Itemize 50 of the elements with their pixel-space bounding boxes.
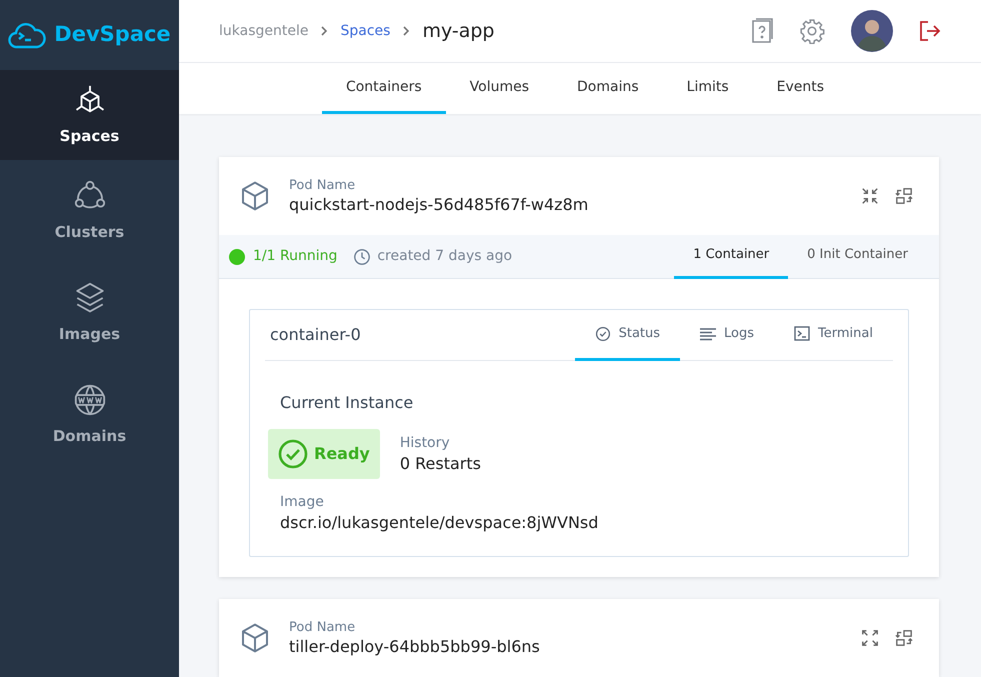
image-name: dscr.io/lukasgentele/devspace:8jWVNsd	[280, 512, 600, 534]
tab[interactable]: Events	[752, 63, 848, 114]
container-view-tab[interactable]: Logs	[680, 310, 774, 360]
container-view-tab[interactable]: Status	[574, 310, 680, 360]
field-label: Image	[280, 493, 325, 512]
tab[interactable]: Containers	[322, 63, 446, 114]
sidebar-item[interactable]: Spaces	[0, 70, 179, 160]
sidebar-item[interactable]: Images	[0, 262, 179, 364]
container-view-tab[interactable]: Terminal	[774, 310, 893, 360]
chevron-right-icon	[320, 26, 328, 36]
lines-icon	[700, 326, 716, 340]
section-title: Current Instance	[279, 392, 414, 414]
clock-icon	[353, 248, 372, 266]
pod-name: tiller-deploy-64bbb5bb99-bl6ns	[289, 636, 541, 657]
pod-name: quickstart-nodejs-56d485f67f-w4z8m	[289, 194, 590, 215]
tab[interactable]: Domains	[553, 63, 663, 114]
pod-name-label: Pod Name	[289, 619, 356, 636]
container-tab[interactable]: 0 Init Container	[788, 234, 927, 278]
pod-name-label: Pod Name	[289, 177, 356, 194]
check-circle-icon	[278, 439, 308, 469]
tab[interactable]: Limits	[662, 63, 753, 114]
expand-icon[interactable]	[861, 629, 879, 647]
page-title: my-app	[422, 18, 494, 44]
tab[interactable]: Volumes	[446, 63, 554, 114]
logo-text[interactable]: DevSpace	[54, 19, 171, 51]
collapse-icon[interactable]	[861, 187, 879, 205]
breadcrumb-item[interactable]: lukasgentele	[219, 20, 308, 42]
sidebar-item[interactable]: Clusters	[0, 160, 179, 262]
ready-badge: Ready	[268, 429, 380, 479]
breadcrumb-link[interactable]: Spaces	[340, 20, 390, 42]
avatar-icon[interactable]	[851, 10, 893, 52]
sidebar-item[interactable]: Domains	[0, 364, 179, 466]
logout-icon[interactable]	[919, 20, 941, 42]
chevron-right-icon	[402, 26, 410, 36]
swap-windows-icon[interactable]	[895, 187, 913, 205]
cube-icon	[239, 180, 271, 212]
settings-icon[interactable]	[799, 18, 825, 44]
help-book-icon[interactable]	[751, 18, 773, 44]
terminal-icon	[794, 326, 810, 341]
cloud-terminal-icon	[8, 21, 46, 49]
globe-www-icon	[72, 382, 106, 417]
container-tab[interactable]: 1 Container	[674, 234, 788, 278]
container-name: container-0	[269, 324, 362, 346]
field-label: History	[400, 434, 451, 452]
swap-windows-icon[interactable]	[895, 629, 913, 647]
restart-count: 0 Restarts	[400, 452, 481, 474]
created-time: created 7 days ago	[377, 247, 514, 266]
cube-icon	[239, 622, 271, 654]
check-circle-icon	[594, 326, 611, 342]
pod-status: 1/1 Running	[253, 247, 338, 266]
